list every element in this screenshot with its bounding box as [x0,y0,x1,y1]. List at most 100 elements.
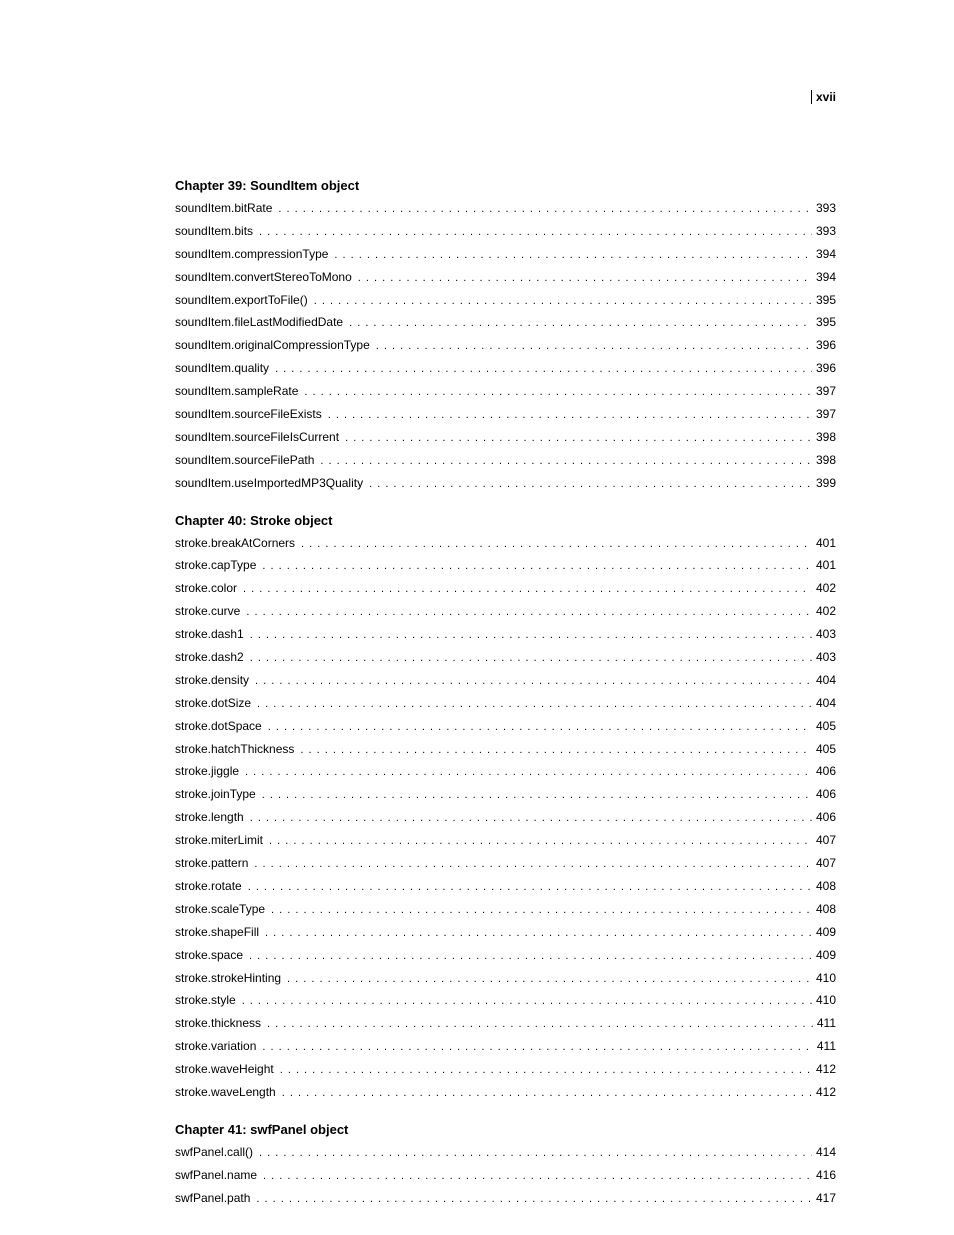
toc-entry-page: 412 [812,1081,836,1104]
toc-entry[interactable]: stroke.joinType 406 [175,783,836,806]
toc-entry[interactable]: soundItem.quality396 [175,357,836,380]
toc-entry[interactable]: swfPanel.name416 [175,1164,836,1187]
toc-entry[interactable]: stroke.length406 [175,806,836,829]
toc-entry-page: 417 [812,1187,836,1210]
toc-entry-page: 410 [812,967,836,990]
toc-entry[interactable]: soundItem.sourceFilePath398 [175,449,836,472]
toc-leader [320,451,812,472]
toc-entry[interactable]: stroke.breakAtCorners 401 [175,532,836,555]
toc-entry[interactable]: stroke.jiggle406 [175,760,836,783]
toc-entry-label: soundItem.exportToFile() [175,289,314,312]
toc-leader [262,785,812,806]
toc-entry-label: stroke.dotSize [175,692,257,715]
toc-entry[interactable]: stroke.strokeHinting410 [175,967,836,990]
toc-entry[interactable]: stroke.dotSize404 [175,692,836,715]
toc-entry[interactable]: stroke.style410 [175,989,836,1012]
toc-entry-label: stroke.rotate [175,875,248,898]
toc-leader [259,1143,812,1164]
toc-entry-page: 409 [812,921,836,944]
toc-entry-label: stroke.variation [175,1035,262,1058]
toc-entry[interactable]: soundItem.useImportedMP3Quality399 [175,472,836,495]
toc-entry[interactable]: stroke.dash2 403 [175,646,836,669]
toc-leader [259,222,812,243]
toc-entry-page: 411 [813,1035,836,1058]
toc-entry[interactable]: soundItem.sampleRate397 [175,380,836,403]
toc-entry-page: 395 [812,289,836,312]
toc-entry-page: 403 [812,623,836,646]
toc-leader [369,474,812,495]
toc-entry[interactable]: stroke.space409 [175,944,836,967]
toc-entry-label: soundItem.bits [175,220,259,243]
toc-leader [250,808,812,829]
toc-entry[interactable]: stroke.hatchThickness405 [175,738,836,761]
toc-entry[interactable]: soundItem.sourceFileIsCurrent398 [175,426,836,449]
toc-entry[interactable]: stroke.dotSpace405 [175,715,836,738]
toc-entry[interactable]: stroke.variation 411 [175,1035,836,1058]
toc-entry-label: soundItem.fileLastModifiedDate [175,311,349,334]
toc-entry[interactable]: stroke.waveLength 412 [175,1081,836,1104]
toc-entry[interactable]: stroke.miterLimit407 [175,829,836,852]
toc-leader [268,717,812,738]
toc-content: Chapter 39: SoundItem objectsoundItem.bi… [175,90,836,1210]
toc-entry-label: stroke.dash2 [175,646,250,669]
toc-leader [358,268,812,289]
toc-entry[interactable]: soundItem.compressionType394 [175,243,836,266]
toc-entry-label: stroke.thickness [175,1012,267,1035]
toc-leader [334,245,812,266]
toc-entry-label: soundItem.convertStereoToMono [175,266,358,289]
toc-leader [301,534,812,555]
toc-leader [278,199,812,220]
toc-entry-page: 397 [812,380,836,403]
toc-entry[interactable]: soundItem.convertStereoToMono394 [175,266,836,289]
toc-entry-page: 398 [812,449,836,472]
toc-entry-page: 403 [812,646,836,669]
toc-entry[interactable]: stroke.shapeFill409 [175,921,836,944]
toc-entry-label: soundItem.sourceFileExists [175,403,328,426]
toc-entry[interactable]: soundItem.originalCompressionType396 [175,334,836,357]
toc-entry[interactable]: soundItem.bits393 [175,220,836,243]
toc-entry-page: 401 [812,532,836,555]
toc-entry[interactable]: stroke.thickness411 [175,1012,836,1035]
toc-entry-label: stroke.curve [175,600,246,623]
toc-entry[interactable]: swfPanel.path417 [175,1187,836,1210]
toc-entry-label: stroke.scaleType [175,898,271,921]
toc-entry[interactable]: soundItem.exportToFile() 395 [175,289,836,312]
toc-leader [254,854,812,875]
toc-entry-label: stroke.dash1 [175,623,250,646]
toc-entry-label: stroke.waveLength [175,1081,282,1104]
toc-entry-label: stroke.breakAtCorners [175,532,301,555]
toc-entry[interactable]: stroke.rotate408 [175,875,836,898]
toc-entry-page: 397 [812,403,836,426]
toc-entry[interactable]: stroke.color402 [175,577,836,600]
toc-leader [262,556,812,577]
toc-entry-page: 401 [812,554,836,577]
toc-entry-page: 402 [812,600,836,623]
toc-entry[interactable]: soundItem.sourceFileExists 397 [175,403,836,426]
toc-entry-page: 398 [812,426,836,449]
toc-entry[interactable]: stroke.dash1 403 [175,623,836,646]
toc-entry[interactable]: stroke.capType401 [175,554,836,577]
toc-leader [280,1060,812,1081]
toc-entry[interactable]: stroke.scaleType408 [175,898,836,921]
toc-entry-page: 407 [812,852,836,875]
toc-entry-label: stroke.dotSpace [175,715,268,738]
toc-entry[interactable]: stroke.curve 402 [175,600,836,623]
toc-entry[interactable]: stroke.density404 [175,669,836,692]
toc-entry[interactable]: stroke.pattern 407 [175,852,836,875]
toc-entry[interactable]: stroke.waveHeight412 [175,1058,836,1081]
toc-entry-label: stroke.joinType [175,783,262,806]
toc-leader [267,1014,813,1035]
toc-leader [304,382,812,403]
toc-leader [248,877,812,898]
toc-entry-page: 402 [812,577,836,600]
toc-leader [300,740,812,761]
toc-entry-label: stroke.miterLimit [175,829,269,852]
toc-leader [245,762,812,783]
toc-entry[interactable]: soundItem.bitRate393 [175,197,836,220]
toc-entry[interactable]: swfPanel.call()414 [175,1141,836,1164]
toc-entry-label: stroke.pattern [175,852,254,875]
toc-entry-page: 412 [812,1058,836,1081]
toc-entry-page: 406 [812,783,836,806]
chapter-title: Chapter 41: swfPanel object [175,1122,836,1137]
toc-entry[interactable]: soundItem.fileLastModifiedDate395 [175,311,836,334]
